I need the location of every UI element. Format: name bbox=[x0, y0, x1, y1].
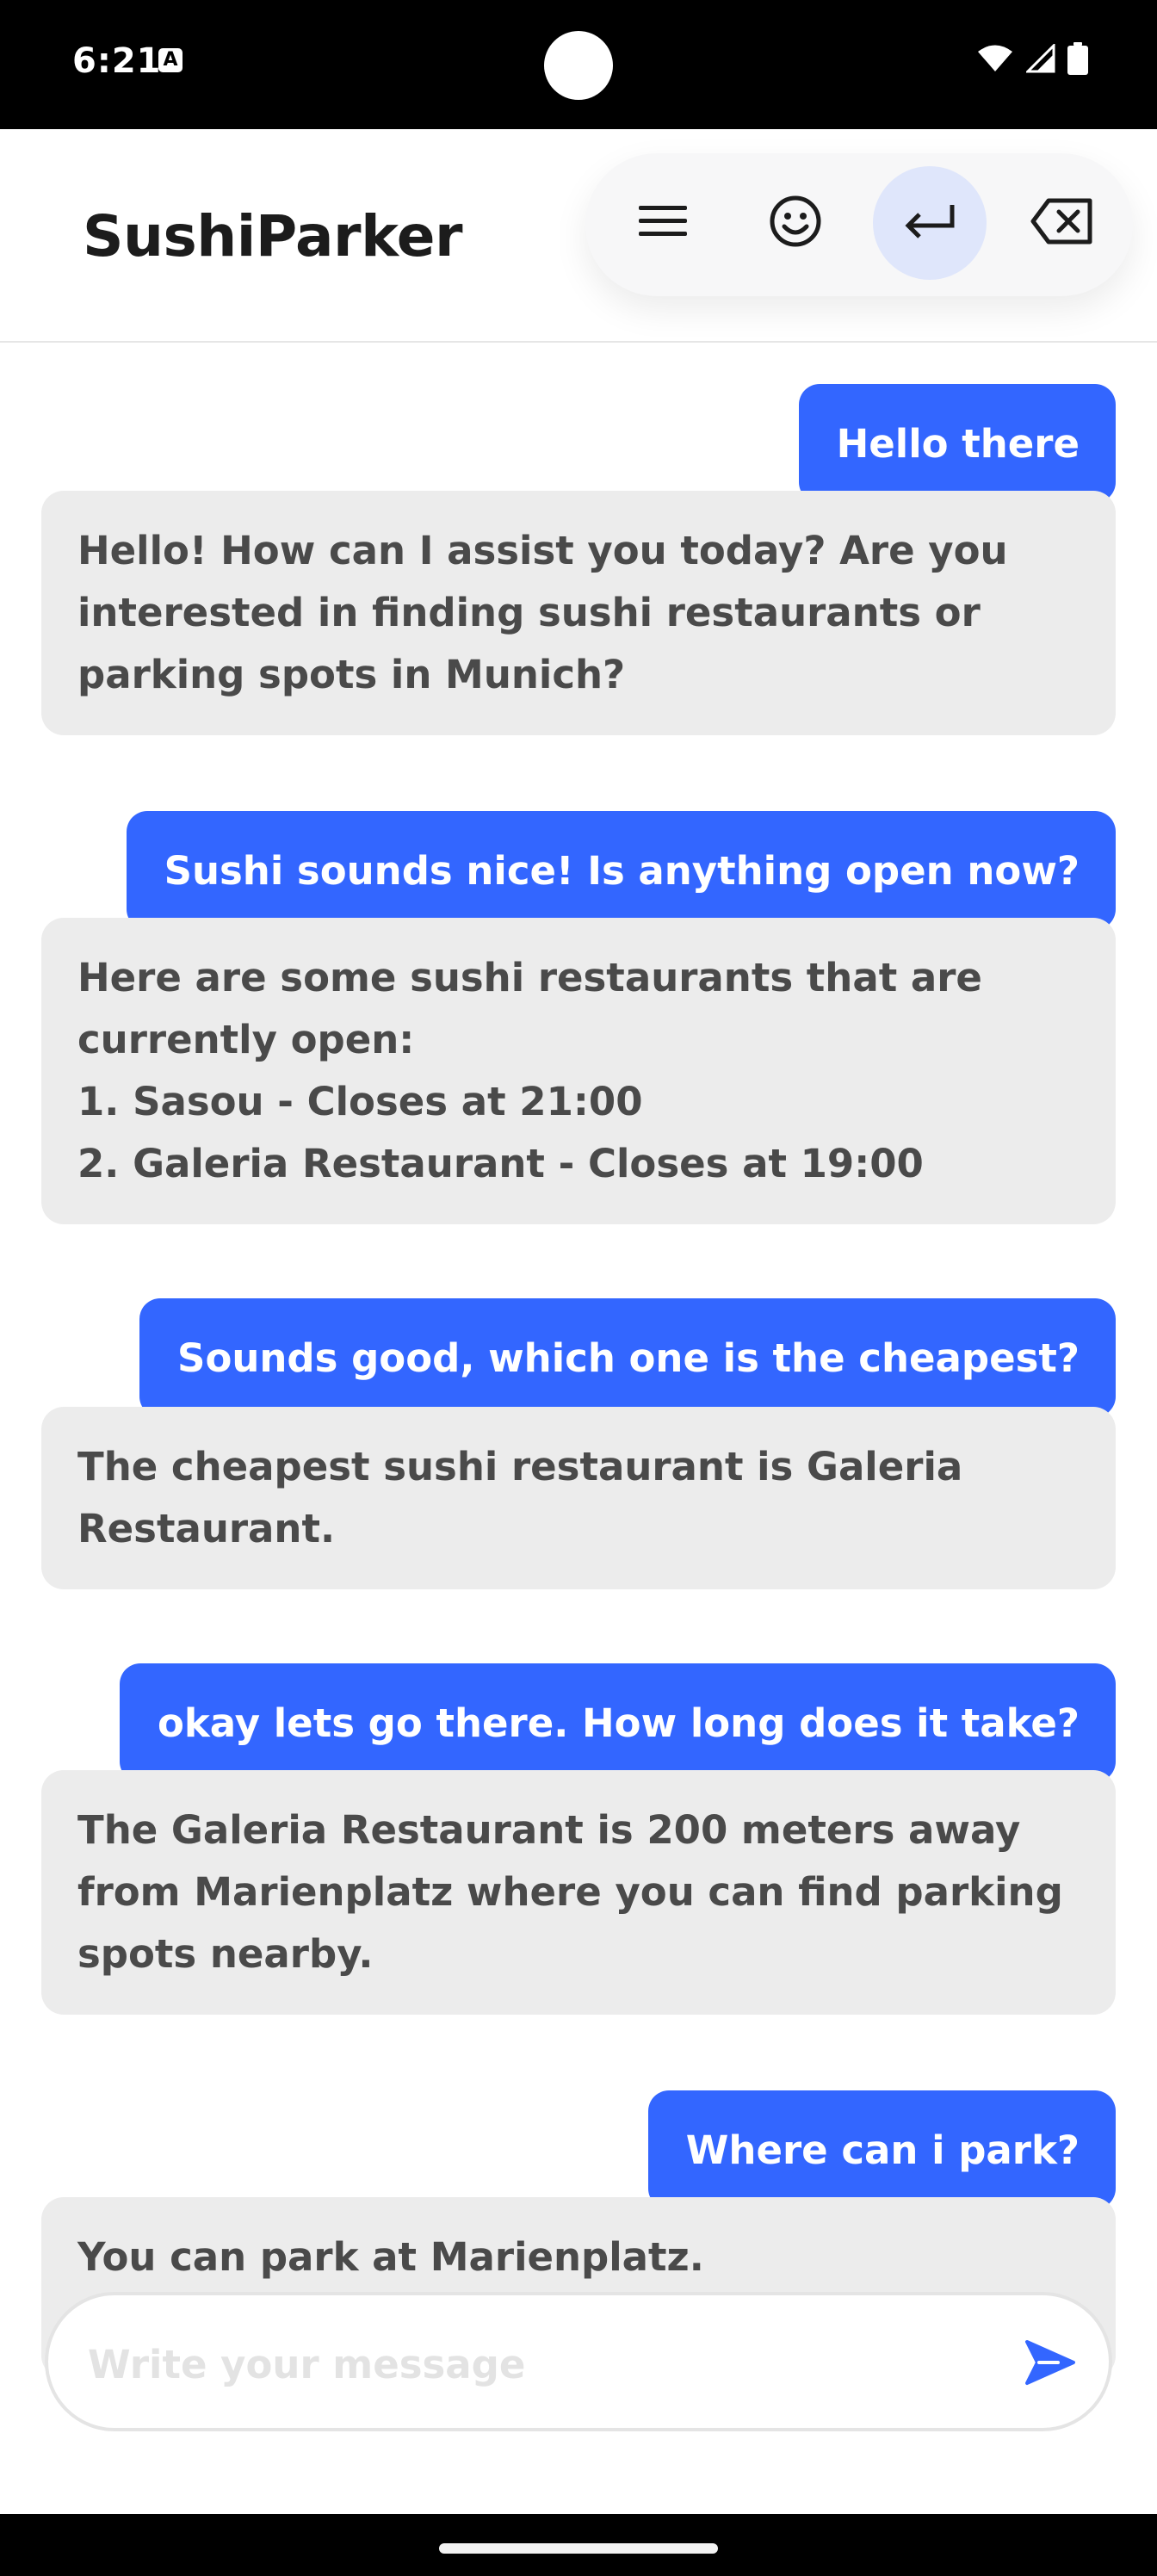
menu-button[interactable] bbox=[606, 166, 720, 280]
user-message: okay lets go there. How long does it tak… bbox=[119, 1663, 1116, 1782]
user-message: Sounds good, which one is the cheapest? bbox=[139, 1298, 1116, 1417]
bot-message: The cheapest sushi restaurant is Galeria… bbox=[41, 1407, 1116, 1589]
phone-screen: 6:21 A SushiParker Hello there Hello! Ho… bbox=[0, 0, 1157, 2576]
user-message: Sushi sounds nice! Is anything open now? bbox=[126, 811, 1116, 930]
enter-button[interactable] bbox=[873, 166, 987, 280]
app-header: SushiParker bbox=[0, 129, 1157, 343]
a-icon: A bbox=[158, 48, 183, 72]
app-title: SushiParker bbox=[83, 203, 463, 269]
home-gesture-handle[interactable] bbox=[439, 2543, 718, 2554]
battery-icon bbox=[1067, 42, 1088, 78]
emoji-button[interactable] bbox=[739, 166, 852, 280]
status-bar: 6:21 A bbox=[0, 0, 1157, 129]
backspace-icon bbox=[1030, 197, 1095, 249]
menu-icon bbox=[637, 202, 689, 244]
signal-icon bbox=[1024, 42, 1055, 77]
message-input[interactable] bbox=[86, 2330, 1002, 2399]
user-message: Hello there bbox=[798, 384, 1116, 503]
keyboard-toolbar bbox=[585, 153, 1133, 296]
bot-message: The Galeria Restaurant is 200 meters awa… bbox=[41, 1770, 1116, 2015]
navigation-bar bbox=[0, 2514, 1157, 2576]
send-button[interactable] bbox=[1016, 2330, 1085, 2399]
camera-cutout bbox=[544, 31, 613, 100]
status-time: 6:21 bbox=[72, 41, 162, 81]
status-icons bbox=[976, 42, 1088, 78]
app-surface: SushiParker Hello there Hello! How can I… bbox=[0, 129, 1157, 2514]
bot-message: Here are some sushi restaurants that are… bbox=[41, 918, 1116, 1224]
enter-icon bbox=[902, 201, 957, 245]
wifi-icon bbox=[976, 44, 1014, 77]
backspace-button[interactable] bbox=[1005, 166, 1119, 280]
chat-list: Hello there Hello! How can I assist you … bbox=[0, 343, 1157, 2514]
send-icon bbox=[1024, 2338, 1077, 2390]
user-message: Where can i park? bbox=[647, 2090, 1116, 2209]
emoji-icon bbox=[768, 194, 823, 252]
bot-message: Hello! How can I assist you today? Are y… bbox=[41, 491, 1116, 735]
message-composer bbox=[45, 2292, 1112, 2431]
